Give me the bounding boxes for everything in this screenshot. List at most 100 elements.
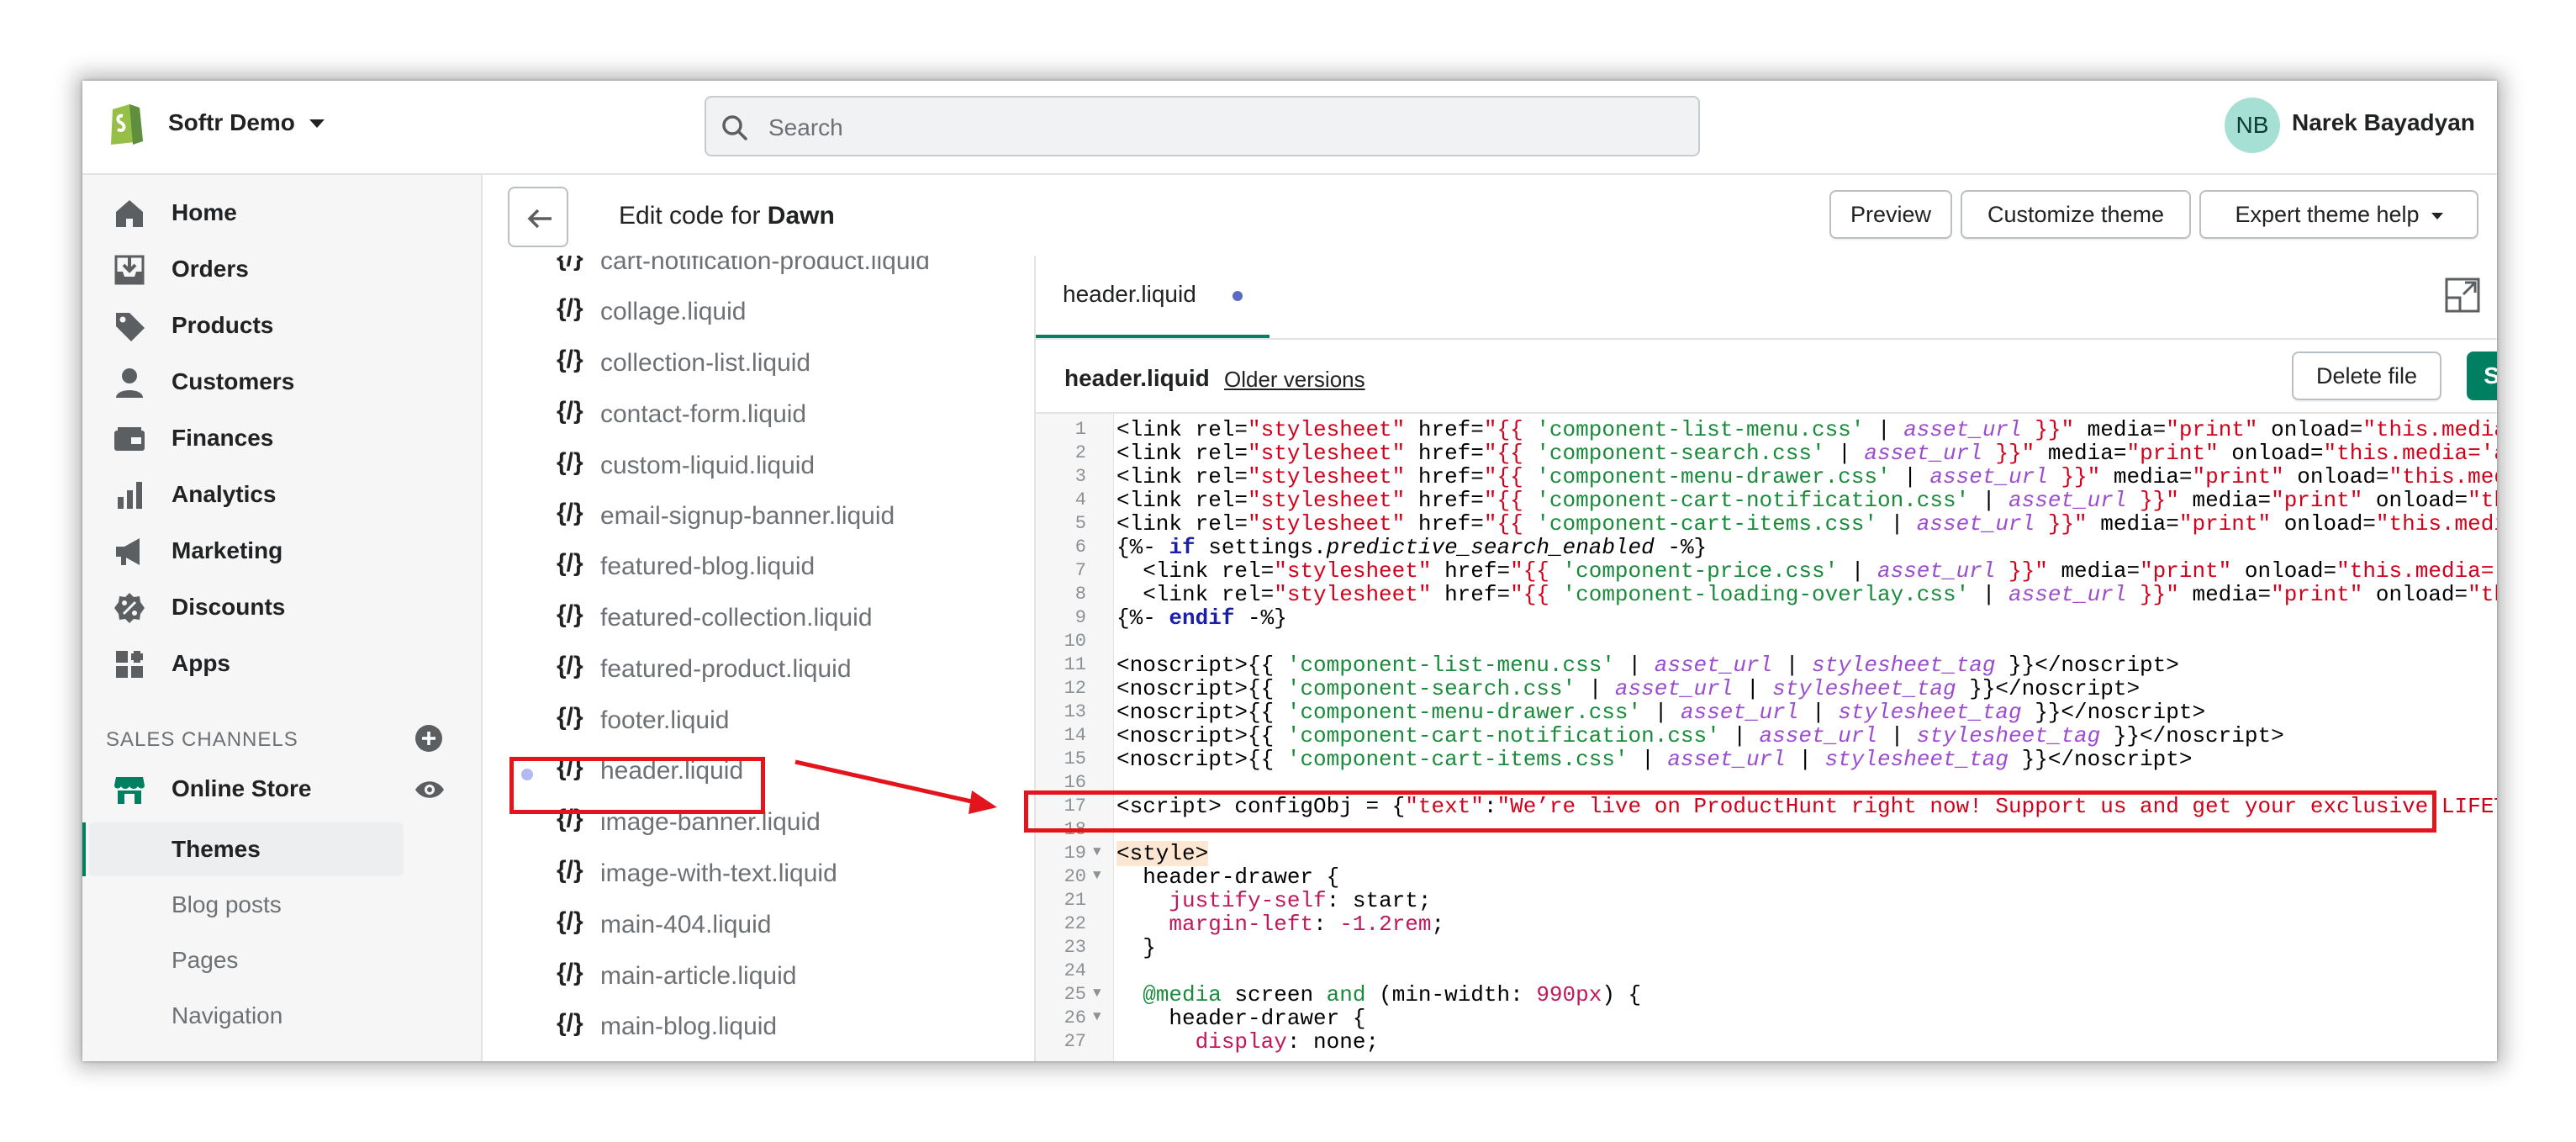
- add-channel-icon[interactable]: [414, 723, 444, 753]
- code-line: <link rel="stylesheet" href="{{ 'compone…: [1116, 511, 2497, 537]
- file-item[interactable]: {/} email-signup-banner.liquid: [483, 492, 1034, 542]
- code-line: <style>: [1116, 841, 1209, 866]
- customize-theme-button[interactable]: Customize theme: [1961, 190, 2191, 239]
- file-item[interactable]: {/} main-404.liquid: [483, 901, 1034, 951]
- expand-icon[interactable]: [2443, 276, 2482, 315]
- line-number: 3: [1074, 466, 1086, 487]
- liquid-file-icon: {/}: [557, 294, 583, 322]
- store-name[interactable]: Softr Demo: [168, 109, 295, 136]
- file-item[interactable]: {/} featured-product.liquid: [483, 645, 1034, 695]
- liquid-file-icon: {/}: [557, 256, 583, 272]
- arrow-left-icon: [527, 209, 552, 229]
- sidebar-item-label: Products: [172, 312, 274, 338]
- file-name: featured-blog.liquid: [600, 552, 816, 580]
- search-input[interactable]: Search: [705, 96, 1700, 156]
- code-line: margin-left: -1.2rem;: [1169, 912, 1445, 937]
- shopify-admin-window: Softr Demo Search NB Narek Bayadyan Home…: [82, 81, 2497, 1061]
- line-number: 11: [1064, 654, 1086, 675]
- file-item[interactable]: {/} custom-liquid.liquid: [483, 441, 1034, 492]
- file-name: main-404.liquid: [600, 911, 772, 938]
- back-button[interactable]: [508, 187, 568, 247]
- code-line: <link rel="stylesheet" href="{{ 'compone…: [1116, 558, 2497, 584]
- liquid-file-icon: {/}: [557, 549, 583, 577]
- file-item[interactable]: {/} cart-notification-product.liquid: [483, 256, 1034, 288]
- code-line: <link rel="stylesheet" href="{{ 'compone…: [1116, 464, 2497, 489]
- delete-file-button[interactable]: Delete file: [2292, 352, 2441, 400]
- file-tree: {/} cart-notification-product.liquid {/} c…: [483, 256, 1036, 1061]
- line-number: 22: [1064, 913, 1086, 934]
- chevron-down-icon: [2431, 212, 2443, 219]
- liquid-file-icon: {/}: [557, 959, 583, 986]
- code-line: {%- endif -%}: [1116, 605, 1287, 631]
- file-item[interactable]: {/} collection-list.liquid: [483, 339, 1034, 389]
- sidebar-item-pages[interactable]: Pages: [172, 947, 238, 974]
- sidebar-item-orders[interactable]: Orders: [82, 243, 481, 293]
- sidebar-item-label: Marketing: [172, 537, 283, 563]
- user-name[interactable]: Narek Bayadyan: [2292, 109, 2475, 136]
- older-versions-link[interactable]: Older versions: [1224, 367, 1365, 393]
- line-number: 23: [1064, 937, 1086, 958]
- sidebar-item-home[interactable]: Home: [82, 187, 481, 237]
- file-item[interactable]: {/} contact-form.liquid: [483, 390, 1034, 441]
- sidebar-item-finances[interactable]: Finances: [82, 412, 481, 463]
- sidebar-item-customers[interactable]: Customers: [82, 356, 481, 406]
- line-number: 2: [1074, 442, 1086, 463]
- sidebar-item-themes[interactable]: Themes: [172, 836, 261, 863]
- sidebar: Home Orders Products Customers Finances …: [82, 175, 483, 1061]
- fold-arrow-icon[interactable]: ▼: [1093, 986, 1101, 1001]
- line-number: 20: [1064, 866, 1086, 887]
- file-item[interactable]: {/} footer.liquid: [483, 696, 1034, 747]
- page-title: Edit code for Dawn: [619, 202, 835, 230]
- line-number: 15: [1064, 748, 1086, 769]
- fold-arrow-icon[interactable]: ▼: [1093, 844, 1101, 859]
- code-line: justify-self: start;: [1169, 888, 1432, 913]
- line-number: 19: [1064, 843, 1086, 864]
- sidebar-item-blog-posts[interactable]: Blog posts: [172, 891, 282, 918]
- line-number: 10: [1064, 631, 1086, 652]
- expert-theme-help-button[interactable]: Expert theme help: [2199, 190, 2478, 239]
- sidebar-item-products[interactable]: Products: [82, 299, 481, 350]
- file-name: custom-liquid.liquid: [600, 452, 816, 479]
- apps-icon: [116, 651, 143, 678]
- file-item[interactable]: {/} main-article.liquid: [483, 952, 1034, 1002]
- line-number: 6: [1074, 537, 1086, 558]
- sidebar-item-navigation[interactable]: Navigation: [172, 1002, 282, 1029]
- sidebar-item-label: Apps: [172, 650, 230, 676]
- save-button[interactable]: Save: [2467, 352, 2497, 400]
- code-line: header-drawer {: [1116, 864, 1340, 890]
- tab-header-liquid[interactable]: header.liquid: [1036, 256, 1270, 338]
- eye-icon[interactable]: [414, 777, 446, 802]
- file-name: main-article.liquid: [600, 962, 797, 990]
- file-item[interactable]: {/} main-blog.liquid: [483, 1002, 1034, 1053]
- store-dropdown-icon[interactable]: [309, 119, 325, 128]
- fold-arrow-icon[interactable]: ▼: [1093, 1009, 1101, 1024]
- avatar[interactable]: NB: [2225, 98, 2280, 153]
- file-name: email-signup-banner.liquid: [600, 502, 895, 530]
- file-name: cart-notification-product.liquid: [600, 256, 930, 275]
- liquid-file-icon: {/}: [557, 856, 583, 884]
- shopify-logo-icon[interactable]: [104, 98, 148, 146]
- preview-button[interactable]: Preview: [1829, 190, 1952, 239]
- sidebar-item-discounts[interactable]: Discounts: [82, 581, 481, 632]
- online-store-link[interactable]: Online Store: [172, 775, 311, 802]
- sidebar-item-apps[interactable]: Apps: [82, 637, 481, 688]
- file-name: footer.liquid: [600, 706, 730, 734]
- code-area[interactable]: 1 2 3 4 5 6 7 8 9 10 11 12 13 14 15 16 1…: [1036, 412, 2497, 1061]
- liquid-file-icon: {/}: [557, 703, 583, 731]
- file-item[interactable]: {/} featured-blog.liquid: [483, 542, 1034, 593]
- editor-tab-bar: header.liquid: [1036, 256, 2497, 340]
- sidebar-item-analytics[interactable]: Analytics: [82, 468, 481, 519]
- bar-chart-icon: [118, 482, 142, 509]
- unsaved-dot: [1233, 291, 1243, 301]
- liquid-file-icon: {/}: [557, 600, 583, 628]
- fold-arrow-icon[interactable]: ▼: [1093, 868, 1101, 883]
- line-number-gutter: 1 2 3 4 5 6 7 8 9 10 11 12 13 14 15 16 1…: [1036, 414, 1114, 1061]
- sidebar-item-label: Analytics: [172, 481, 277, 507]
- code-line: <link rel="stylesheet" href="{{ 'compone…: [1116, 582, 2497, 607]
- sidebar-item-marketing[interactable]: Marketing: [82, 525, 481, 575]
- file-item[interactable]: {/} collage.liquid: [483, 288, 1034, 338]
- active-item-indicator: [82, 822, 86, 876]
- file-item[interactable]: {/} featured-collection.liquid: [483, 594, 1034, 644]
- file-item[interactable]: {/} image-with-text.liquid: [483, 849, 1034, 900]
- file-name: contact-form.liquid: [600, 400, 807, 428]
